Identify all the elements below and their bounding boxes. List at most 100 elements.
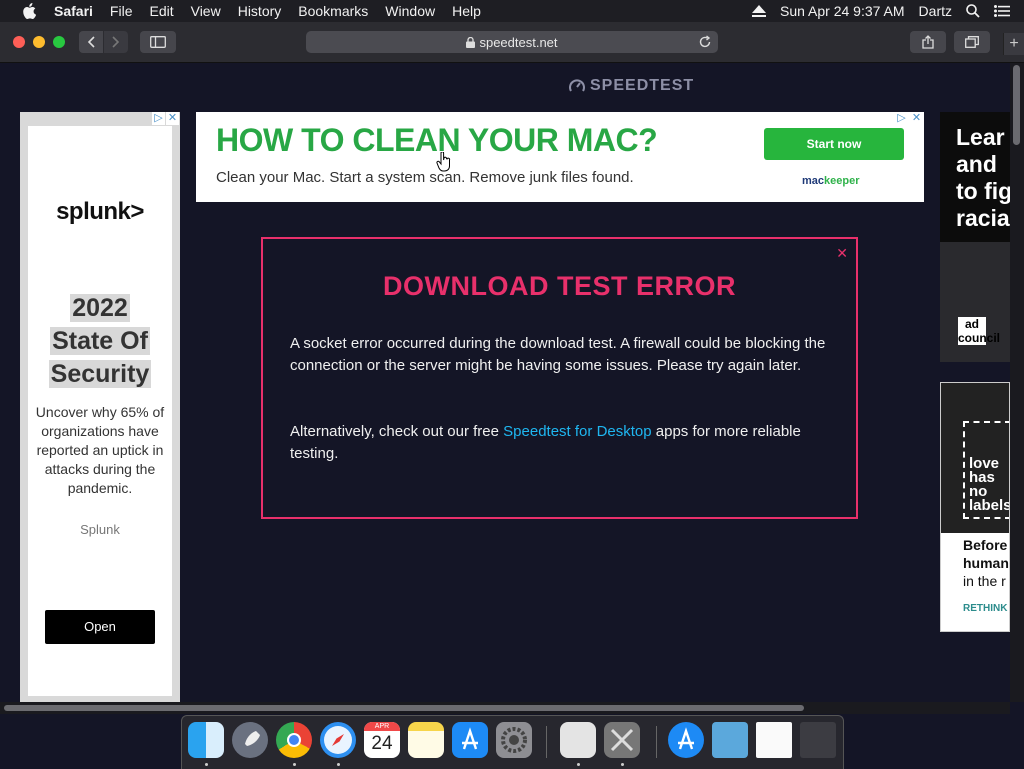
dialog-title: DOWNLOAD TEST ERROR: [383, 271, 736, 301]
finder-running-dot: [205, 763, 208, 766]
adchoices-icon[interactable]: ▷: [152, 112, 165, 125]
compass-icon: [324, 726, 352, 754]
chevron-left-icon: [87, 36, 95, 48]
show-tabs-button[interactable]: [954, 31, 990, 53]
forward-button[interactable]: [104, 31, 128, 53]
tools-icon: [610, 728, 634, 752]
menubar-user[interactable]: Dartz: [919, 3, 952, 19]
launchpad-icon[interactable]: [232, 722, 268, 758]
menu-edit[interactable]: Edit: [149, 3, 173, 19]
dialog-close-icon[interactable]: ✕: [836, 245, 848, 262]
window-minimize-button[interactable]: [33, 36, 45, 48]
hand-cursor-icon: [436, 152, 451, 172]
splunk-logo: splunk>: [56, 198, 144, 225]
banner-subtext: Clean your Mac. Start a system scan. Rem…: [216, 169, 634, 186]
dialog-message: A socket error occurred during the downl…: [290, 335, 826, 374]
right-ad-line-1: Lear: [956, 124, 1005, 150]
window-zoom-button[interactable]: [53, 36, 65, 48]
document-icon[interactable]: [756, 722, 792, 758]
folder-icon[interactable]: [712, 722, 748, 758]
script-editor-icon[interactable]: [560, 722, 596, 758]
menu-history[interactable]: History: [238, 3, 282, 19]
app-store-stack-icon: [678, 727, 694, 750]
before-line-1: Before: [963, 537, 1008, 553]
script-editor-running-dot: [577, 763, 580, 766]
window-close-button[interactable]: [13, 36, 25, 48]
downloads-stack-icon[interactable]: [668, 722, 704, 758]
calendar-icon[interactable]: APR 24: [364, 722, 400, 758]
menu-file[interactable]: File: [110, 3, 133, 19]
calendar-month: APR: [364, 722, 400, 731]
utilities-icon[interactable]: [604, 722, 640, 758]
banner-adchoices-icon[interactable]: ▷: [895, 112, 908, 125]
menu-safari[interactable]: Safari: [54, 3, 93, 19]
left-ad-content: splunk> 2022 State Of Security Uncover w…: [28, 126, 172, 696]
reload-icon[interactable]: [698, 35, 712, 49]
start-now-button[interactable]: Start now: [764, 128, 904, 160]
before-line-2: human: [963, 555, 1009, 571]
apple-icon[interactable]: [22, 3, 36, 19]
menu-bar: Safari File Edit View History Bookmarks …: [0, 0, 1024, 22]
safari-running-dot: [337, 763, 340, 766]
horizontal-scrollbar[interactable]: [0, 702, 1010, 714]
menu-bookmarks[interactable]: Bookmarks: [298, 3, 368, 19]
trash-icon[interactable]: [800, 722, 836, 758]
chevron-right-icon: [112, 36, 120, 48]
vertical-scrollbar[interactable]: [1010, 63, 1024, 702]
lock-icon: [466, 36, 476, 48]
safari-icon[interactable]: [320, 722, 356, 758]
right-ad-body: Before human in the r: [963, 536, 1009, 590]
left-ad-open-button[interactable]: Open: [45, 610, 155, 644]
app-store-icon[interactable]: [452, 722, 488, 758]
ad-council-logo: ad council: [958, 317, 1001, 345]
system-preferences-icon[interactable]: [496, 722, 532, 758]
right-ad-line-2: and: [956, 151, 997, 177]
speedtest-logo[interactable]: SPEEDTEST: [568, 77, 694, 95]
dock: APR 24: [181, 715, 844, 769]
eject-icon[interactable]: [752, 5, 767, 17]
plus-icon: +: [1009, 35, 1019, 52]
left-ad-headline: 2022 State Of Security: [28, 292, 172, 391]
notes-icon[interactable]: [408, 722, 444, 758]
spotlight-search-icon[interactable]: [966, 4, 980, 18]
logo-text: SPEEDTEST: [590, 77, 695, 94]
love-has-no-labels-text: love has no labels: [969, 456, 1009, 513]
vertical-scroll-thumb[interactable]: [1013, 65, 1020, 145]
menu-view[interactable]: View: [191, 3, 221, 19]
speedtest-desktop-link[interactable]: Speedtest for Desktop: [503, 423, 651, 440]
control-center-list-icon[interactable]: [994, 5, 1010, 17]
right-ad-bottom[interactable]: love has no labels Before human in the r…: [940, 382, 1010, 632]
chrome-running-dot: [293, 763, 296, 766]
download-error-dialog: ✕ DOWNLOAD TEST ERROR A socket error occ…: [261, 237, 858, 519]
headline-line-1: 2022: [70, 294, 130, 322]
chrome-icon[interactable]: [276, 722, 312, 758]
app-store-a-icon: [462, 727, 478, 750]
menubar-clock[interactable]: Sun Apr 24 9:37 AM: [780, 3, 905, 19]
finder-icon[interactable]: [188, 722, 224, 758]
address-url: speedtest.net: [479, 34, 558, 50]
address-bar[interactable]: speedtest.net: [306, 31, 718, 53]
headline-line-3: Security: [48, 360, 152, 388]
new-tab-button[interactable]: +: [1003, 33, 1024, 55]
before-line-3: in the r: [963, 573, 1006, 589]
ad-close-icon[interactable]: ✕: [166, 112, 179, 125]
right-ad-line-3: to fig: [956, 178, 1010, 204]
gear-icon: [501, 727, 527, 753]
share-button[interactable]: [910, 31, 946, 53]
back-button[interactable]: [79, 31, 103, 53]
menu-help[interactable]: Help: [452, 3, 481, 19]
web-page: SPEEDTEST ▷ ✕ splunk> 2022 State Of Secu…: [0, 63, 1010, 702]
banner-ad-close-icon[interactable]: ✕: [910, 112, 923, 125]
banner-ad[interactable]: ▷ ✕ HOW TO CLEAN YOUR MAC? Clean your Ma…: [196, 112, 924, 202]
right-ad-line-4: racia: [956, 205, 1010, 231]
sidebar-icon: [150, 36, 166, 48]
utilities-running-dot: [621, 763, 624, 766]
dock-separator-2: [656, 726, 657, 758]
mackeeper-logo: mackeeper: [802, 175, 860, 187]
horizontal-scroll-thumb[interactable]: [4, 705, 804, 711]
left-ad-body: Uncover why 65% of organizations have re…: [35, 404, 165, 496]
menu-window[interactable]: Window: [385, 3, 435, 19]
left-ad[interactable]: ▷ ✕ splunk> 2022 State Of Security Uncov…: [20, 112, 180, 702]
sidebar-toggle-button[interactable]: [140, 31, 176, 53]
right-ad-top[interactable]: Lear and to fig racia ad council: [940, 112, 1010, 362]
